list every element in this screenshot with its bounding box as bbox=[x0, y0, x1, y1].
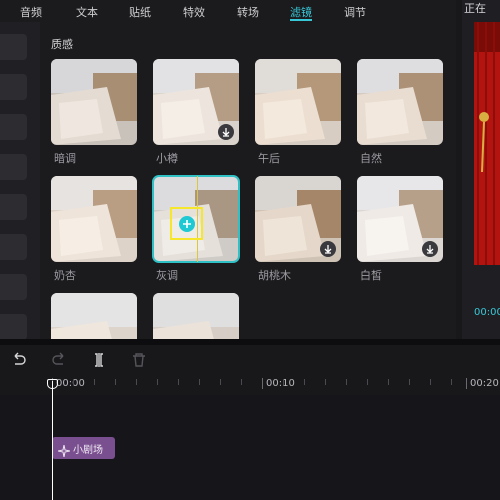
filter-label: 灰调 bbox=[156, 269, 178, 282]
section-title: 质感 bbox=[51, 38, 73, 51]
filter-label: 暗调 bbox=[54, 152, 76, 165]
ruler-label: 00:20 bbox=[470, 378, 499, 389]
sidebar-item[interactable] bbox=[0, 274, 27, 300]
ruler-label: 00:00 bbox=[56, 378, 85, 389]
sidebar-item[interactable] bbox=[0, 194, 27, 220]
delete-icon[interactable] bbox=[130, 351, 148, 369]
undo-icon[interactable] bbox=[10, 351, 28, 369]
tab-adjust[interactable]: 调节 bbox=[344, 4, 366, 20]
tab-transitions[interactable]: 转场 bbox=[237, 4, 259, 20]
ruler-tick bbox=[451, 379, 452, 385]
ruler-tick bbox=[94, 379, 95, 385]
ruler-tick bbox=[325, 379, 326, 385]
ruler-tick bbox=[220, 379, 221, 385]
filter-thumb-fair[interactable] bbox=[357, 176, 443, 262]
active-tab-indicator bbox=[290, 19, 312, 21]
filter-thumb-afternoon[interactable] bbox=[255, 59, 341, 145]
download-icon[interactable] bbox=[320, 241, 336, 257]
tab-stickers[interactable]: 贴纸 bbox=[129, 4, 151, 20]
ruler-tick bbox=[178, 379, 179, 385]
ruler-tick bbox=[136, 379, 137, 385]
ruler-tick bbox=[367, 379, 368, 385]
sidebar-item[interactable] bbox=[0, 314, 27, 340]
sidebar-item[interactable] bbox=[0, 34, 27, 60]
preview-image bbox=[474, 22, 500, 265]
preview-title: 正在 bbox=[464, 2, 486, 15]
filter-label: 自然 bbox=[360, 152, 382, 165]
filter-thumb[interactable] bbox=[51, 293, 137, 339]
tab-effects[interactable]: 特效 bbox=[183, 4, 205, 20]
effect-clip[interactable]: 小剧场 bbox=[52, 437, 115, 459]
ruler-tick bbox=[241, 379, 242, 385]
download-icon[interactable] bbox=[218, 124, 234, 140]
redo-icon[interactable] bbox=[50, 351, 68, 369]
effect-sparkle-icon bbox=[57, 442, 71, 458]
filter-label: 午后 bbox=[258, 152, 280, 165]
filter-label: 胡桃木 bbox=[258, 269, 291, 282]
sidebar-item[interactable] bbox=[0, 234, 27, 260]
sidebar-item[interactable] bbox=[0, 74, 27, 100]
ruler-tick bbox=[304, 379, 305, 385]
ruler-tick bbox=[262, 378, 263, 389]
ruler-tick bbox=[199, 379, 200, 385]
playhead-handle[interactable] bbox=[47, 379, 58, 389]
time-ruler[interactable]: 00:00 00:10 00:20 bbox=[0, 375, 500, 395]
filter-label: 白皙 bbox=[360, 269, 382, 282]
download-icon[interactable] bbox=[422, 241, 438, 257]
ruler-tick bbox=[157, 379, 158, 385]
playhead-line[interactable] bbox=[52, 381, 53, 500]
ruler-tick bbox=[346, 379, 347, 385]
preview-timecode: 00:00 bbox=[474, 307, 500, 318]
ruler-tick bbox=[283, 379, 284, 385]
player-preview: 正在 00:00 bbox=[462, 0, 500, 339]
filter-thumb-natural[interactable] bbox=[357, 59, 443, 145]
sidebar-item[interactable] bbox=[0, 114, 27, 140]
ruler-tick bbox=[466, 378, 467, 389]
add-icon[interactable] bbox=[179, 216, 195, 232]
filter-thumb-walnut[interactable] bbox=[255, 176, 341, 262]
ruler-tick bbox=[430, 379, 431, 385]
filter-thumb-apricot[interactable] bbox=[51, 176, 137, 262]
filter-thumb[interactable] bbox=[153, 293, 239, 339]
ruler-tick bbox=[115, 379, 116, 385]
filter-panel: 质感 暗调 小樽 午后 自然 奶杏 灰调 胡桃木 白皙 bbox=[40, 22, 456, 339]
filter-label: 小樽 bbox=[156, 152, 178, 165]
filter-category-sidebar bbox=[0, 22, 40, 340]
ruler-tick bbox=[388, 379, 389, 385]
ruler-tick bbox=[73, 379, 74, 385]
timeline-toolbar bbox=[0, 345, 500, 375]
sidebar-item[interactable] bbox=[0, 154, 27, 180]
tab-audio[interactable]: 音频 bbox=[20, 4, 42, 20]
ruler-label: 00:10 bbox=[266, 378, 295, 389]
material-tabs: 音频 文本 贴纸 特效 转场 滤镜 调节 bbox=[0, 0, 456, 22]
tab-text[interactable]: 文本 bbox=[76, 4, 98, 20]
clip-label: 小剧场 bbox=[73, 445, 103, 456]
ruler-tick bbox=[409, 379, 410, 385]
split-icon[interactable] bbox=[90, 351, 108, 369]
filter-thumb-dark[interactable] bbox=[51, 59, 137, 145]
filter-thumb-otaru[interactable] bbox=[153, 59, 239, 145]
tab-filters[interactable]: 滤镜 bbox=[290, 4, 312, 20]
filter-label: 奶杏 bbox=[54, 269, 76, 282]
